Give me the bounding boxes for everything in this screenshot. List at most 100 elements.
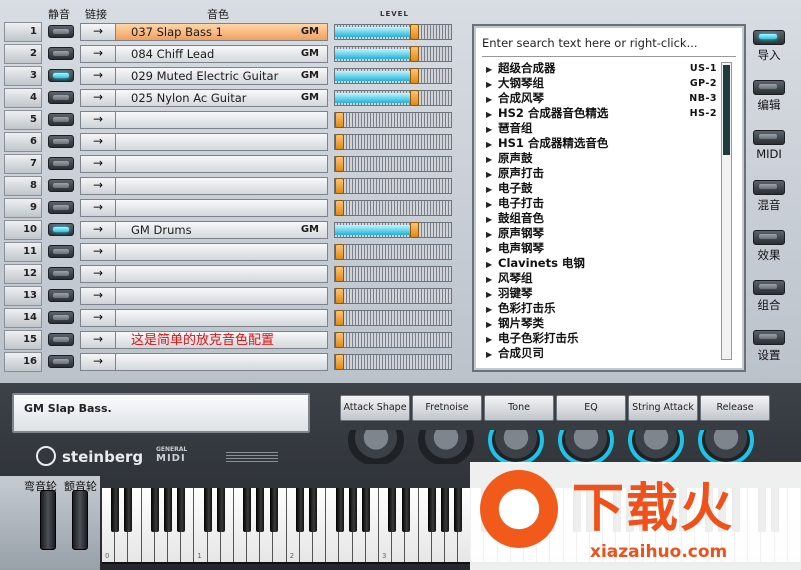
- patch-slot[interactable]: [116, 177, 328, 195]
- black-key[interactable]: [309, 488, 318, 532]
- link-button[interactable]: →: [80, 287, 116, 305]
- black-key[interactable]: [256, 488, 265, 532]
- expand-arrow-icon[interactable]: ▶: [486, 272, 498, 287]
- level-slider[interactable]: [334, 244, 452, 260]
- side-button[interactable]: 设置: [752, 330, 786, 363]
- level-slider-knob[interactable]: [335, 244, 344, 260]
- link-button[interactable]: →: [80, 243, 116, 261]
- expand-arrow-icon[interactable]: ▶: [486, 197, 498, 212]
- category-item[interactable]: ▶ Clavinets 电钢: [486, 256, 721, 271]
- level-slider-knob[interactable]: [335, 354, 344, 370]
- side-button-led[interactable]: [753, 280, 785, 295]
- patch-slot[interactable]: [116, 199, 328, 217]
- patch-slot[interactable]: [116, 309, 328, 327]
- black-key[interactable]: [348, 488, 357, 532]
- control-knob-dial[interactable]: [348, 430, 404, 464]
- patch-slot[interactable]: 这是简单的放克音色配置: [116, 331, 328, 349]
- black-key[interactable]: [269, 488, 278, 532]
- link-button[interactable]: →: [80, 89, 116, 107]
- level-slider-knob[interactable]: [409, 222, 419, 238]
- black-key[interactable]: [428, 488, 436, 532]
- category-item[interactable]: ▶ 钢片琴类: [486, 316, 721, 331]
- level-slider[interactable]: [334, 46, 452, 62]
- side-button-led[interactable]: [753, 130, 785, 145]
- expand-arrow-icon[interactable]: ▶: [486, 287, 498, 302]
- mute-toggle[interactable]: [48, 157, 74, 170]
- level-slider[interactable]: [334, 200, 452, 216]
- link-button[interactable]: →: [80, 331, 116, 349]
- control-knob-dial[interactable]: [628, 430, 684, 464]
- control-button[interactable]: Fretnoise: [412, 395, 482, 421]
- black-key[interactable]: [111, 488, 120, 532]
- mute-toggle[interactable]: [48, 223, 74, 236]
- link-button[interactable]: →: [80, 265, 116, 283]
- black-key[interactable]: [388, 488, 397, 532]
- patch-slot[interactable]: [116, 155, 328, 173]
- level-slider-knob[interactable]: [335, 310, 344, 326]
- level-slider[interactable]: [334, 90, 452, 106]
- side-button[interactable]: MIDI: [752, 130, 786, 161]
- mute-toggle[interactable]: [48, 267, 74, 280]
- control-knob[interactable]: [488, 430, 544, 464]
- category-item[interactable]: ▶ 电子鼓: [486, 181, 721, 196]
- patch-slot[interactable]: GM Drums GM: [116, 221, 328, 239]
- mute-toggle[interactable]: [48, 91, 74, 104]
- link-button[interactable]: →: [80, 177, 116, 195]
- control-button[interactable]: EQ: [556, 395, 626, 421]
- level-slider-knob[interactable]: [409, 46, 419, 62]
- category-item[interactable]: ▶ 琶音组: [486, 121, 721, 136]
- black-key[interactable]: [216, 488, 225, 532]
- level-slider[interactable]: [334, 354, 452, 370]
- level-slider-knob[interactable]: [335, 178, 344, 194]
- link-button[interactable]: →: [80, 155, 116, 173]
- expand-arrow-icon[interactable]: ▶: [486, 107, 498, 122]
- expand-arrow-icon[interactable]: ▶: [486, 242, 498, 257]
- black-key[interactable]: [243, 488, 252, 532]
- patch-slot[interactable]: [116, 265, 328, 283]
- expand-arrow-icon[interactable]: ▶: [486, 332, 498, 347]
- expand-arrow-icon[interactable]: ▶: [486, 257, 498, 272]
- category-item[interactable]: ▶ 电子打击: [486, 196, 721, 211]
- patch-slot[interactable]: [116, 287, 328, 305]
- control-knob[interactable]: [558, 430, 614, 464]
- expand-arrow-icon[interactable]: ▶: [486, 167, 498, 182]
- black-key[interactable]: [150, 488, 159, 532]
- link-button[interactable]: →: [80, 23, 116, 41]
- level-slider[interactable]: [334, 266, 452, 282]
- side-button-led[interactable]: [753, 180, 785, 195]
- category-item[interactable]: ▶ 原声打击: [486, 166, 721, 181]
- black-key[interactable]: [335, 488, 344, 532]
- category-item[interactable]: ▶ HS1 合成器精选音色: [486, 136, 721, 151]
- category-item[interactable]: ▶ 风琴组: [486, 271, 721, 286]
- category-item[interactable]: ▶ HS2 合成器音色精选 HS-2: [486, 106, 721, 121]
- mute-toggle[interactable]: [48, 179, 74, 192]
- expand-arrow-icon[interactable]: ▶: [486, 302, 498, 317]
- category-item[interactable]: ▶ 色彩打击乐: [486, 301, 721, 316]
- expand-arrow-icon[interactable]: ▶: [486, 182, 498, 197]
- control-button[interactable]: Tone: [484, 395, 554, 421]
- black-key[interactable]: [177, 488, 186, 532]
- expand-arrow-icon[interactable]: ▶: [486, 317, 498, 332]
- level-slider-knob[interactable]: [335, 266, 344, 282]
- patch-slot[interactable]: 025 Nylon Ac Guitar GM: [116, 89, 328, 107]
- side-button[interactable]: 导入: [752, 30, 786, 63]
- level-slider[interactable]: [334, 156, 452, 172]
- mute-toggle[interactable]: [48, 135, 74, 148]
- patch-slot[interactable]: [116, 243, 328, 261]
- control-knob[interactable]: [348, 430, 404, 464]
- category-item[interactable]: ▶ 大钢琴组 GP-2: [486, 76, 721, 91]
- control-knob-dial[interactable]: [698, 430, 754, 464]
- level-slider[interactable]: [334, 222, 452, 238]
- level-slider[interactable]: [334, 24, 452, 40]
- link-button[interactable]: →: [80, 309, 116, 327]
- level-slider[interactable]: [334, 134, 452, 150]
- mute-toggle[interactable]: [48, 289, 74, 302]
- category-item[interactable]: ▶ 合成风琴 NB-3: [486, 91, 721, 106]
- black-key[interactable]: [441, 488, 450, 532]
- level-slider[interactable]: [334, 68, 452, 84]
- search-input[interactable]: Enter search text here or right-click...: [482, 32, 738, 54]
- black-key[interactable]: [401, 488, 410, 532]
- level-slider-knob[interactable]: [335, 112, 344, 128]
- patch-slot[interactable]: 084 Chiff Lead GM: [116, 45, 328, 63]
- mute-toggle[interactable]: [48, 245, 74, 258]
